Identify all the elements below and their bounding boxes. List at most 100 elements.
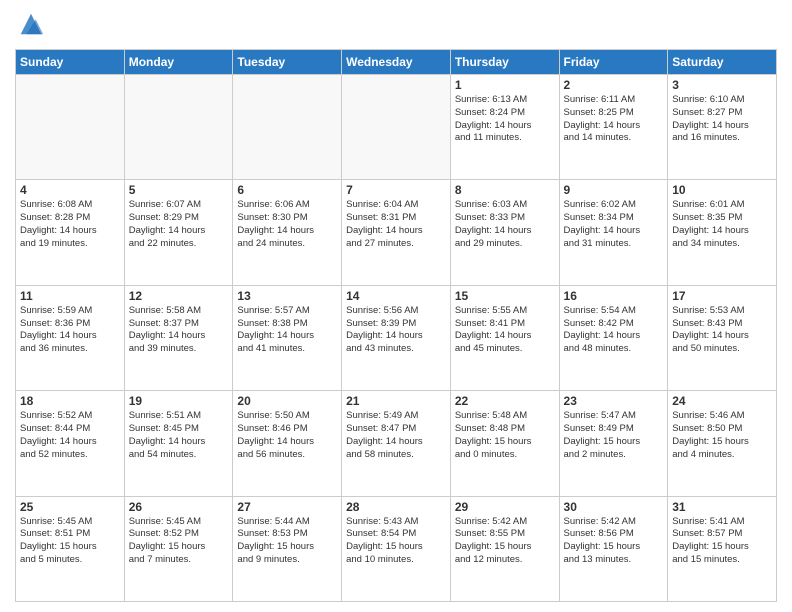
day-info: Sunrise: 5:45 AMSunset: 8:51 PMDaylight:…	[20, 516, 120, 567]
day-info: Sunrise: 6:13 AMSunset: 8:24 PMDaylight:…	[455, 94, 555, 145]
day-info: Sunrise: 5:57 AMSunset: 8:38 PMDaylight:…	[237, 305, 337, 356]
day-info: Sunrise: 6:07 AMSunset: 8:29 PMDaylight:…	[129, 199, 229, 250]
day-info: Sunrise: 5:50 AMSunset: 8:46 PMDaylight:…	[237, 410, 337, 461]
day-number: 4	[20, 183, 120, 197]
day-info: Sunrise: 5:53 AMSunset: 8:43 PMDaylight:…	[672, 305, 772, 356]
calendar-cell-3-0: 18 Sunrise: 5:52 AMSunset: 8:44 PMDayligh…	[16, 391, 125, 496]
calendar-cell-3-5: 23Sunrise: 5:47 AMSunset: 8:49 PMDayligh…	[559, 391, 668, 496]
calendar-cell-1-1: 5 Sunrise: 6:07 AMSunset: 8:29 PMDaylight…	[124, 180, 233, 285]
day-number: 27	[237, 500, 337, 514]
calendar-cell-0-0	[16, 75, 125, 180]
calendar-cell-0-3	[342, 75, 451, 180]
calendar-table: SundayMondayTuesdayWednesdayThursdayFrid…	[15, 49, 777, 602]
day-info: Sunrise: 5:45 AMSunset: 8:52 PMDaylight:…	[129, 516, 229, 567]
day-number: 5	[129, 183, 229, 197]
calendar-cell-1-2: 6 Sunrise: 6:06 AMSunset: 8:30 PMDaylight…	[233, 180, 342, 285]
calendar-cell-3-4: 22 Sunrise: 5:48 AMSunset: 8:48 PMDayligh…	[450, 391, 559, 496]
calendar-cell-4-3: 28 Sunrise: 5:43 AMSunset: 8:54 PMDayligh…	[342, 496, 451, 601]
calendar-cell-4-1: 26 Sunrise: 5:45 AMSunset: 8:52 PMDayligh…	[124, 496, 233, 601]
day-number: 12	[129, 289, 229, 303]
day-info: Sunrise: 6:04 AMSunset: 8:31 PMDaylight:…	[346, 199, 446, 250]
logo-icon	[17, 10, 45, 38]
calendar-cell-2-0: 11 Sunrise: 5:59 AMSunset: 8:36 PMDayligh…	[16, 285, 125, 390]
day-info: Sunrise: 5:44 AMSunset: 8:53 PMDaylight:…	[237, 516, 337, 567]
day-info: Sunrise: 5:42 AMSunset: 8:56 PMDaylight:…	[564, 516, 664, 567]
day-info: Sunrise: 5:41 AMSunset: 8:57 PMDaylight:…	[672, 516, 772, 567]
day-number: 28	[346, 500, 446, 514]
day-number: 30	[564, 500, 664, 514]
day-number: 13	[237, 289, 337, 303]
calendar-cell-4-6: 31 Sunrise: 5:41 AMSunset: 8:57 PMDayligh…	[668, 496, 777, 601]
calendar-cell-3-1: 19 Sunrise: 5:51 AMSunset: 8:45 PMDayligh…	[124, 391, 233, 496]
day-number: 14	[346, 289, 446, 303]
day-info: Sunrise: 5:49 AMSunset: 8:47 PMDaylight:…	[346, 410, 446, 461]
calendar-cell-1-0: 4 Sunrise: 6:08 AMSunset: 8:28 PMDaylight…	[16, 180, 125, 285]
calendar-week-row-1: 4 Sunrise: 6:08 AMSunset: 8:28 PMDaylight…	[16, 180, 777, 285]
day-info: Sunrise: 5:48 AMSunset: 8:48 PMDaylight:…	[455, 410, 555, 461]
calendar-week-row-3: 18 Sunrise: 5:52 AMSunset: 8:44 PMDayligh…	[16, 391, 777, 496]
calendar-cell-3-3: 21Sunrise: 5:49 AMSunset: 8:47 PMDayligh…	[342, 391, 451, 496]
calendar-cell-0-6: 3 Sunrise: 6:10 AMSunset: 8:27 PMDaylight…	[668, 75, 777, 180]
day-number: 10	[672, 183, 772, 197]
day-info: Sunrise: 5:59 AMSunset: 8:36 PMDaylight:…	[20, 305, 120, 356]
calendar-cell-2-6: 17 Sunrise: 5:53 AMSunset: 8:43 PMDayligh…	[668, 285, 777, 390]
day-number: 31	[672, 500, 772, 514]
day-info: Sunrise: 5:58 AMSunset: 8:37 PMDaylight:…	[129, 305, 229, 356]
day-number: 18	[20, 394, 120, 408]
calendar-header-saturday: Saturday	[668, 50, 777, 75]
calendar-header-tuesday: Tuesday	[233, 50, 342, 75]
calendar-cell-1-6: 10 Sunrise: 6:01 AMSunset: 8:35 PMDayligh…	[668, 180, 777, 285]
day-info: Sunrise: 5:52 AMSunset: 8:44 PMDaylight:…	[20, 410, 120, 461]
calendar-cell-2-5: 16Sunrise: 5:54 AMSunset: 8:42 PMDayligh…	[559, 285, 668, 390]
day-number: 15	[455, 289, 555, 303]
calendar-cell-0-2	[233, 75, 342, 180]
day-info: Sunrise: 6:11 AMSunset: 8:25 PMDaylight:…	[564, 94, 664, 145]
calendar-header-sunday: Sunday	[16, 50, 125, 75]
calendar-week-row-4: 25Sunrise: 5:45 AMSunset: 8:51 PMDayligh…	[16, 496, 777, 601]
day-info: Sunrise: 6:01 AMSunset: 8:35 PMDaylight:…	[672, 199, 772, 250]
day-number: 16	[564, 289, 664, 303]
day-number: 17	[672, 289, 772, 303]
day-info: Sunrise: 5:42 AMSunset: 8:55 PMDaylight:…	[455, 516, 555, 567]
day-info: Sunrise: 6:08 AMSunset: 8:28 PMDaylight:…	[20, 199, 120, 250]
day-info: Sunrise: 6:03 AMSunset: 8:33 PMDaylight:…	[455, 199, 555, 250]
day-number: 26	[129, 500, 229, 514]
day-info: Sunrise: 6:10 AMSunset: 8:27 PMDaylight:…	[672, 94, 772, 145]
day-info: Sunrise: 5:51 AMSunset: 8:45 PMDaylight:…	[129, 410, 229, 461]
day-info: Sunrise: 5:47 AMSunset: 8:49 PMDaylight:…	[564, 410, 664, 461]
day-number: 19	[129, 394, 229, 408]
day-number: 8	[455, 183, 555, 197]
day-info: Sunrise: 5:46 AMSunset: 8:50 PMDaylight:…	[672, 410, 772, 461]
calendar-cell-0-4: 1 Sunrise: 6:13 AMSunset: 8:24 PMDaylight…	[450, 75, 559, 180]
logo	[15, 10, 47, 43]
page-header	[15, 10, 777, 43]
calendar-header-wednesday: Wednesday	[342, 50, 451, 75]
calendar-week-row-0: 1 Sunrise: 6:13 AMSunset: 8:24 PMDaylight…	[16, 75, 777, 180]
calendar-cell-2-4: 15 Sunrise: 5:55 AMSunset: 8:41 PMDayligh…	[450, 285, 559, 390]
day-number: 1	[455, 78, 555, 92]
calendar-week-row-2: 11 Sunrise: 5:59 AMSunset: 8:36 PMDayligh…	[16, 285, 777, 390]
day-number: 3	[672, 78, 772, 92]
calendar-header-monday: Monday	[124, 50, 233, 75]
day-info: Sunrise: 6:02 AMSunset: 8:34 PMDaylight:…	[564, 199, 664, 250]
calendar-cell-3-2: 20 Sunrise: 5:50 AMSunset: 8:46 PMDayligh…	[233, 391, 342, 496]
day-info: Sunrise: 5:55 AMSunset: 8:41 PMDaylight:…	[455, 305, 555, 356]
day-number: 22	[455, 394, 555, 408]
day-info: Sunrise: 5:43 AMSunset: 8:54 PMDaylight:…	[346, 516, 446, 567]
day-info: Sunrise: 6:06 AMSunset: 8:30 PMDaylight:…	[237, 199, 337, 250]
calendar-cell-2-3: 14 Sunrise: 5:56 AMSunset: 8:39 PMDayligh…	[342, 285, 451, 390]
day-number: 6	[237, 183, 337, 197]
calendar-cell-2-1: 12 Sunrise: 5:58 AMSunset: 8:37 PMDayligh…	[124, 285, 233, 390]
day-number: 9	[564, 183, 664, 197]
calendar-cell-1-5: 9 Sunrise: 6:02 AMSunset: 8:34 PMDaylight…	[559, 180, 668, 285]
calendar-cell-4-0: 25Sunrise: 5:45 AMSunset: 8:51 PMDayligh…	[16, 496, 125, 601]
day-info: Sunrise: 5:56 AMSunset: 8:39 PMDaylight:…	[346, 305, 446, 356]
day-number: 2	[564, 78, 664, 92]
day-number: 24	[672, 394, 772, 408]
calendar-header-friday: Friday	[559, 50, 668, 75]
logo-text	[15, 10, 45, 43]
calendar-header-row: SundayMondayTuesdayWednesdayThursdayFrid…	[16, 50, 777, 75]
day-number: 11	[20, 289, 120, 303]
day-number: 20	[237, 394, 337, 408]
calendar-cell-4-4: 29Sunrise: 5:42 AMSunset: 8:55 PMDayligh…	[450, 496, 559, 601]
